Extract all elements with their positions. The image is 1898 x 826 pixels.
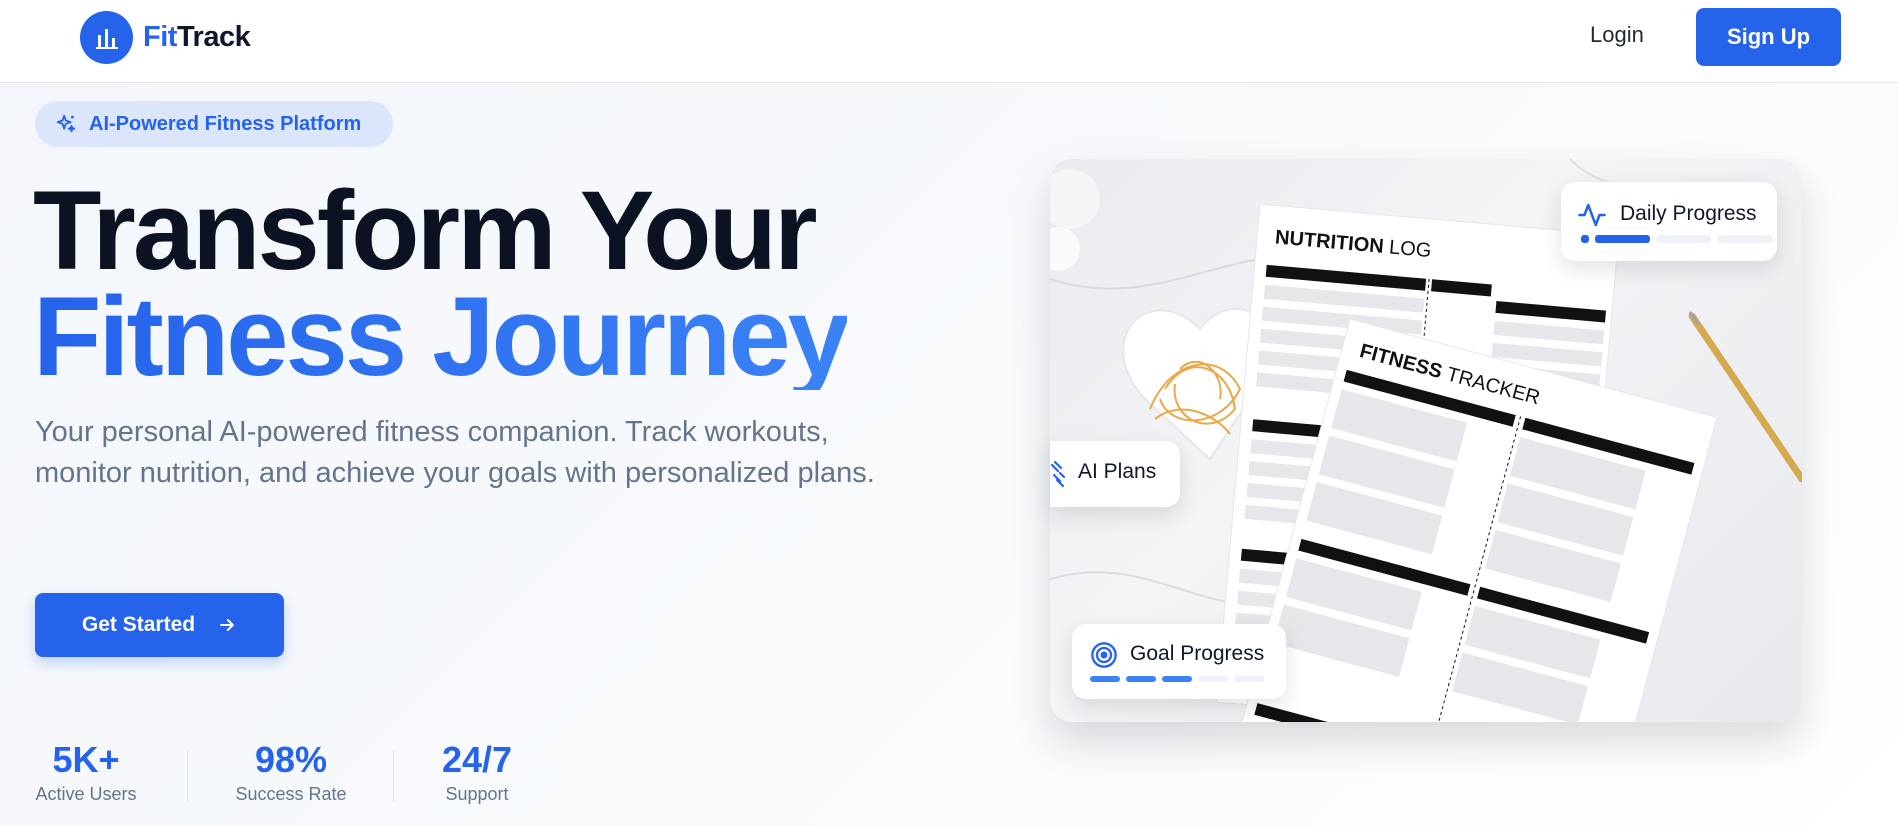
- brand-name: FitTrack: [143, 21, 251, 54]
- progress-segment: [1162, 676, 1192, 682]
- dumbbell-icon: [1050, 461, 1066, 487]
- arrow-right-icon: [220, 619, 234, 631]
- progress-segment: [1581, 235, 1589, 243]
- stat-support: 24/7 Support: [437, 738, 517, 805]
- signup-button[interactable]: Sign Up: [1696, 8, 1841, 66]
- target-icon: [1091, 642, 1117, 668]
- progress-segment: [1717, 235, 1772, 243]
- daily-progress-card: Daily Progress: [1561, 182, 1777, 261]
- activity-icon: [1578, 203, 1606, 227]
- brand-logo[interactable]: FitTrack: [80, 11, 251, 64]
- progress-segment: [1198, 676, 1228, 682]
- site-header: FitTrack Login Sign Up: [0, 0, 1898, 83]
- daily-progress-title: Daily Progress: [1620, 202, 1757, 225]
- stat-value: 98%: [254, 739, 328, 780]
- hero-headline: Transform Your Fitness Journey: [33, 168, 850, 399]
- stat-label: Active Users: [35, 784, 137, 804]
- progress-segment: [1126, 676, 1156, 682]
- stat-active-users: 5K+ Active Users: [35, 738, 137, 805]
- brand-prefix: Fit: [143, 21, 177, 53]
- goal-progress-card: Goal Progress: [1072, 624, 1286, 699]
- brand-suffix: Track: [176, 21, 251, 53]
- stat-label: Support: [445, 784, 509, 804]
- progress-segment: [1595, 235, 1650, 243]
- stat-value: 24/7: [441, 739, 513, 780]
- ai-plans-card: AI Plans: [1050, 441, 1180, 507]
- stat-label: Success Rate: [235, 784, 347, 804]
- get-started-button[interactable]: Get Started: [35, 593, 284, 657]
- headline-line-2: Fitness Journey: [33, 274, 850, 399]
- ai-plans-title: AI Plans: [1078, 460, 1157, 483]
- sparkles-icon: [56, 114, 76, 133]
- stat-value: 5K+: [52, 739, 120, 780]
- progress-segment: [1234, 676, 1264, 682]
- login-link[interactable]: Login: [1590, 22, 1644, 48]
- stat-success-rate: 98% Success Rate: [232, 738, 350, 805]
- goal-progress-title: Goal Progress: [1130, 642, 1265, 665]
- get-started-label: Get Started: [81, 613, 196, 636]
- hero-subtext: Your personal AI-powered fitness compani…: [35, 416, 875, 489]
- bar-chart-icon: [80, 11, 133, 64]
- stats-row: 5K+ Active Users 98% Success Rate 24/7 S…: [35, 738, 517, 805]
- progress-segment: [1656, 235, 1711, 243]
- headline-line-1: Transform Your: [33, 168, 818, 293]
- progress-segment: [1090, 676, 1120, 682]
- ai-platform-badge: AI-Powered Fitness Platform: [35, 101, 393, 147]
- badge-label: AI-Powered Fitness Platform: [89, 112, 362, 135]
